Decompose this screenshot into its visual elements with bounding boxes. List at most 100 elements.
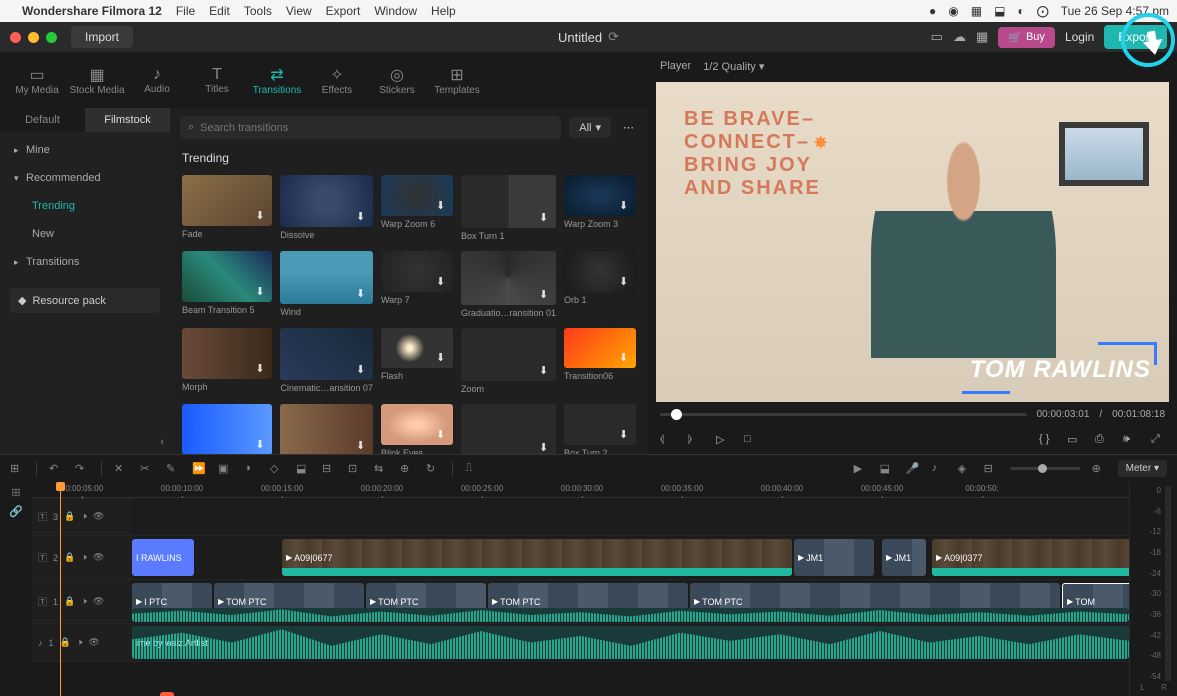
tool-icon[interactable]: ⇆ xyxy=(374,462,388,476)
menu-tools[interactable]: Tools xyxy=(244,4,272,18)
download-icon[interactable]: ⬇ xyxy=(539,364,553,378)
track-header-audio[interactable]: ♪1 🔒 🕨 👁 xyxy=(32,624,132,661)
marker-icon[interactable]: { } xyxy=(1039,433,1053,447)
menu-export[interactable]: Export xyxy=(326,4,361,18)
lock-icon[interactable]: 🔒 xyxy=(64,511,75,522)
meter-button[interactable]: Meter ▾ xyxy=(1118,460,1167,477)
transition-item[interactable]: ⬇Dissolve xyxy=(280,175,373,241)
status-icon[interactable]: ● xyxy=(929,4,936,18)
nav-recommended[interactable]: ▾Recommended xyxy=(0,164,170,192)
timeline-ruler[interactable]: 00:00:05:0000:00:10:0000:00:15:0000:00:2… xyxy=(32,482,1129,498)
status-icon[interactable]: ▦ xyxy=(971,4,982,18)
prev-frame-icon[interactable]: ⦉ xyxy=(660,433,674,447)
transition-item[interactable]: ⬇Special Eff…nsition 04 xyxy=(182,404,272,454)
cut-icon[interactable]: ✂ xyxy=(140,462,154,476)
collapse-sidebar-icon[interactable]: ‹ xyxy=(0,430,170,454)
cloud-icon[interactable]: ⟳ xyxy=(608,29,619,45)
download-icon[interactable]: ⬇ xyxy=(539,211,553,225)
link-icon[interactable]: 🔗 xyxy=(9,505,23,518)
grid-icon[interactable]: ▦ xyxy=(976,29,988,45)
download-icon[interactable]: ⬇ xyxy=(255,362,269,376)
download-icon[interactable]: ⬇ xyxy=(255,285,269,299)
audio-clip[interactable]: ime by walz Artlist xyxy=(132,626,1129,659)
download-icon[interactable]: ⬇ xyxy=(255,209,269,223)
menu-view[interactable]: View xyxy=(286,4,312,18)
next-frame-icon[interactable]: ⦊ xyxy=(688,433,702,447)
transition-item[interactable]: ⬇Transition06 xyxy=(564,328,636,394)
transition-item[interactable]: ⬇Blink Eyes xyxy=(381,404,453,454)
transition-item[interactable]: ⬇Zoom xyxy=(461,328,556,394)
tool-icon[interactable]: ⊡ xyxy=(348,462,362,476)
browser-tab-filmstock[interactable]: Filmstock xyxy=(85,108,170,132)
traffic-lights[interactable] xyxy=(10,32,57,43)
track-header-2[interactable]: 🅃2 🔒 🕨 👁 xyxy=(32,536,132,579)
download-icon[interactable]: ⬇ xyxy=(539,288,553,302)
export-button[interactable]: Export xyxy=(1104,25,1167,49)
transition-item[interactable]: ⬇Orb 1 xyxy=(564,251,636,317)
browser-tab-default[interactable]: Default xyxy=(0,108,85,132)
nav-mine[interactable]: ▸Mine xyxy=(0,136,170,164)
clip[interactable]: ▶JM1 xyxy=(882,539,926,576)
login-button[interactable]: Login xyxy=(1065,30,1094,44)
clip[interactable]: I RAWLINS xyxy=(132,539,194,576)
transition-item[interactable]: ⬇Morph xyxy=(182,328,272,394)
lock-icon[interactable]: 🔒 xyxy=(64,596,75,607)
menu-window[interactable]: Window xyxy=(374,4,417,18)
audio-icon[interactable]: ♪ xyxy=(932,462,946,476)
media-tab-templates[interactable]: ⊞Templates xyxy=(428,56,486,104)
tool-icon[interactable]: ⊕ xyxy=(400,462,414,476)
menu-help[interactable]: Help xyxy=(431,4,456,18)
zoom-slider[interactable] xyxy=(1010,467,1080,470)
zoom-in-icon[interactable]: ⊕ xyxy=(1092,462,1106,476)
status-icon[interactable]: ◐ xyxy=(1017,4,1024,18)
nav-new[interactable]: New xyxy=(0,220,170,248)
download-icon[interactable]: ⬇ xyxy=(619,199,633,213)
clip[interactable]: ▶A09|0677 xyxy=(282,539,792,576)
download-icon[interactable]: ⬇ xyxy=(356,363,370,377)
snap-icon[interactable]: ⊞ xyxy=(11,486,20,499)
redo-icon[interactable]: ↷ xyxy=(75,462,89,476)
play-icon[interactable]: ▷ xyxy=(716,433,730,447)
media-tab-stock-media[interactable]: ▦Stock Media xyxy=(68,56,126,104)
delete-icon[interactable]: ✕ xyxy=(114,462,128,476)
clip-audio-inline[interactable] xyxy=(132,608,1129,622)
filter-dropdown[interactable]: All▾ xyxy=(569,117,611,138)
resource-pack-button[interactable]: ◆ Resource pack xyxy=(10,288,160,313)
keyframe-icon[interactable]: ◇ xyxy=(270,462,284,476)
download-icon[interactable]: ⬇ xyxy=(436,199,450,213)
edit-icon[interactable]: ✎ xyxy=(166,462,180,476)
transition-item[interactable]: ⬇Warp Zoom 3 xyxy=(564,175,636,241)
display-icon[interactable]: ▭ xyxy=(1067,433,1081,447)
transition-item[interactable]: ⬇Cinematic…ansition 07 xyxy=(280,328,373,394)
transition-item[interactable]: ⬇Wind xyxy=(280,251,373,317)
scrubber[interactable] xyxy=(660,413,1027,416)
download-icon[interactable]: ⬇ xyxy=(356,439,370,453)
tool-icon[interactable]: ⊟ xyxy=(322,462,336,476)
undo-icon[interactable]: ↶ xyxy=(49,462,63,476)
download-icon[interactable]: ⬇ xyxy=(619,275,633,289)
snapshot-icon[interactable]: ⎙ xyxy=(1095,433,1109,447)
fullscreen-icon[interactable]: ⤢ xyxy=(1151,433,1165,447)
download-icon[interactable]: ⬇ xyxy=(619,351,633,365)
transition-item[interactable]: ⬇Fade xyxy=(182,175,272,241)
stop-icon[interactable]: □ xyxy=(744,433,758,447)
status-icon[interactable]: ◉ xyxy=(948,4,958,18)
mute-icon[interactable]: 🕨 xyxy=(81,511,87,522)
clip[interactable]: ▶JM1 xyxy=(794,539,874,576)
search-input[interactable]: ⌕ xyxy=(180,116,561,139)
mic-icon[interactable]: 🎤 xyxy=(906,462,920,476)
clip[interactable]: ▶A09|0377 xyxy=(932,539,1129,576)
download-icon[interactable]: ⬇ xyxy=(255,438,269,452)
datetime[interactable]: Tue 26 Sep 4:57 pm xyxy=(1061,4,1169,18)
download-icon[interactable]: ⬇ xyxy=(619,428,633,442)
menu-edit[interactable]: Edit xyxy=(209,4,230,18)
download-icon[interactable]: ⬇ xyxy=(356,287,370,301)
menu-file[interactable]: File xyxy=(176,4,195,18)
status-icon[interactable]: ⬓ xyxy=(994,4,1005,18)
nav-transitions[interactable]: ▸Transitions xyxy=(0,248,170,276)
download-icon[interactable]: ⬇ xyxy=(436,275,450,289)
eye-icon[interactable]: 👁 xyxy=(88,637,99,648)
tool-icon[interactable]: ↻ xyxy=(426,462,440,476)
tool-icon[interactable]: ◈ xyxy=(958,462,972,476)
wifi-icon[interactable]: ⨀ xyxy=(1037,4,1049,18)
